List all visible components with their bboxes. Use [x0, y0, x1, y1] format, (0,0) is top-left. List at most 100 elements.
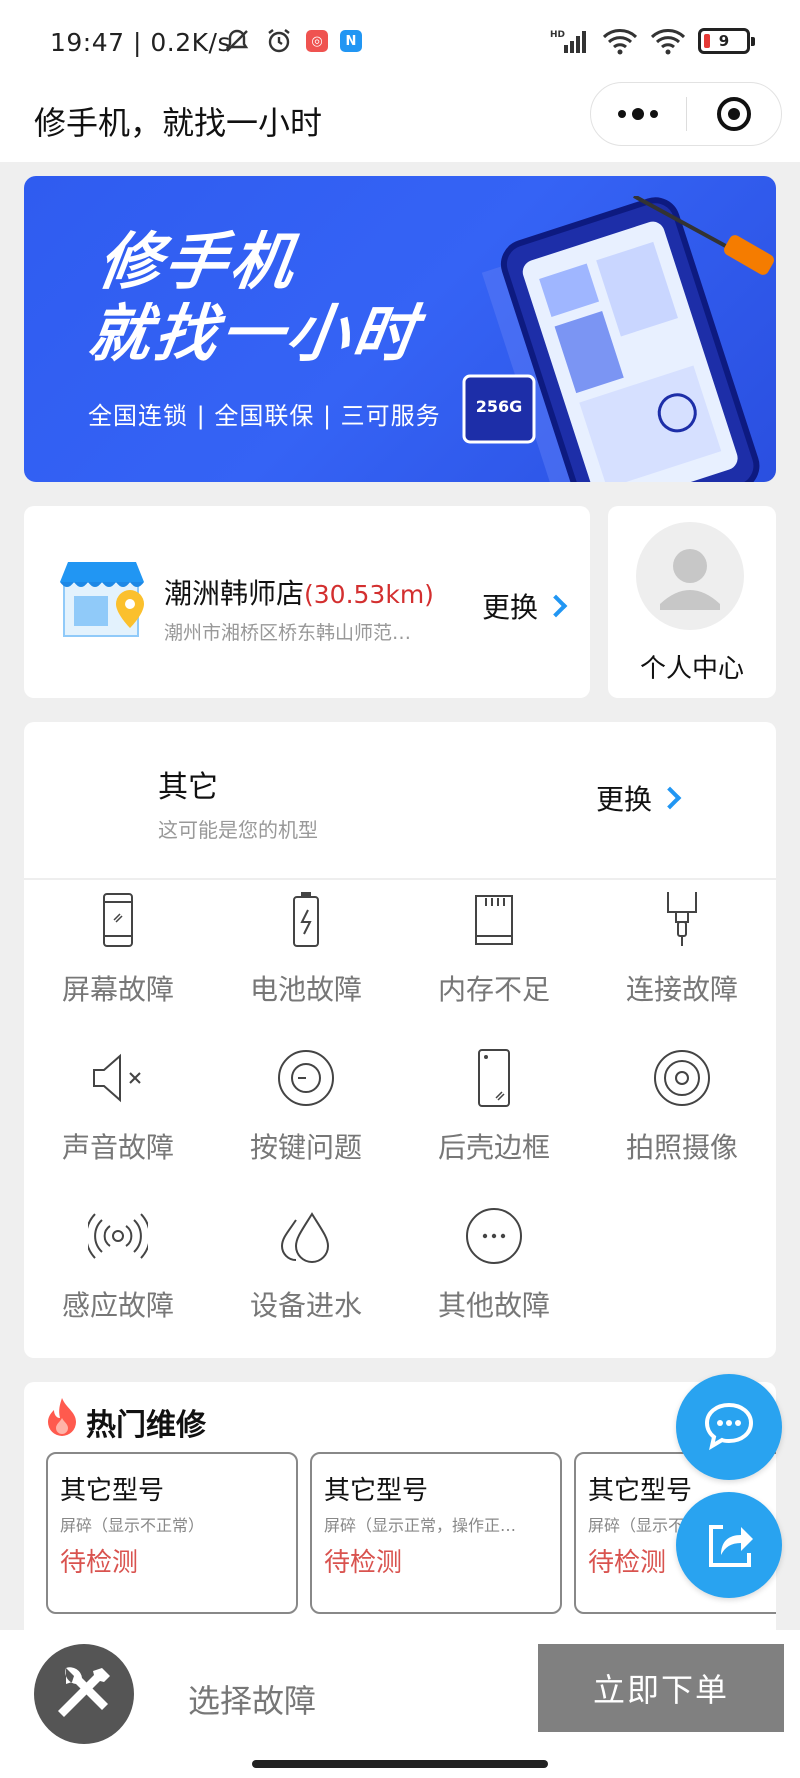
- change-model-label: 更换: [596, 783, 653, 816]
- hot-card-status: 待检测: [324, 1548, 403, 1578]
- profile-card[interactable]: 个人中心: [608, 506, 776, 698]
- fault-label: 感应故障: [61, 1289, 174, 1322]
- select-fault-label[interactable]: 选择故障: [188, 1676, 316, 1722]
- device-model-hint: 这可能是您的机型: [158, 818, 318, 842]
- hot-repair-card[interactable]: 其它型号 屏碎（显示不正常） 待检测: [46, 1452, 298, 1614]
- fault-camera[interactable]: 拍照摄像: [588, 1048, 776, 1166]
- hot-card-desc: 屏碎（显示正常，操作正…: [324, 1516, 517, 1535]
- navigation-bar: 修手机，就找一小时: [0, 80, 800, 162]
- hot-card-desc: 屏碎（显示不正常）: [60, 1516, 205, 1535]
- fault-connection[interactable]: 连接故障: [588, 890, 776, 1008]
- status-notification-icons: ◎ N: [222, 26, 362, 56]
- repair-tools-icon: [58, 1667, 110, 1717]
- fault-storage[interactable]: 内存不足: [400, 890, 588, 1008]
- battery-icon: [293, 892, 319, 947]
- camera-lens-icon: [654, 1050, 710, 1106]
- hot-card-status: 待检测: [60, 1548, 139, 1578]
- fault-button[interactable]: 按键问题: [212, 1048, 400, 1166]
- fault-other[interactable]: 其他故障: [400, 1206, 588, 1324]
- hot-card-status: 待检测: [588, 1548, 667, 1578]
- speaker-mute-icon: [93, 1053, 141, 1103]
- app-n-notification-icon: N: [340, 30, 362, 52]
- more-icon: [466, 1208, 522, 1264]
- hot-repairs-section: 热门维修 其它型号 屏碎（显示不正常） 待检测 其它型号 屏碎（显示正常，操作正…: [24, 1382, 776, 1632]
- store-name-row: 潮洲韩师店(30.53km): [164, 572, 434, 612]
- repair-tools-button[interactable]: [34, 1644, 134, 1744]
- fault-label: 内存不足: [437, 973, 550, 1006]
- alarm-clock-icon: [264, 26, 294, 56]
- fault-label: 电池故障: [249, 973, 362, 1006]
- avatar: [636, 522, 744, 630]
- fault-sensor[interactable]: 感应故障: [24, 1206, 212, 1324]
- fault-label: 屏幕故障: [61, 973, 174, 1006]
- hot-repair-card[interactable]: 其它型号 屏碎（显示正常，操作正… 待检测: [310, 1452, 562, 1614]
- home-indicator[interactable]: [252, 1760, 548, 1768]
- divider: [24, 878, 776, 880]
- signal-icon: HD: [550, 26, 590, 56]
- close-mini-program-button[interactable]: [687, 83, 782, 145]
- svg-text:HD: HD: [550, 30, 565, 40]
- fault-label: 声音故障: [61, 1131, 174, 1164]
- hot-card-model: 其它型号: [324, 1476, 429, 1506]
- connector-icon: [667, 892, 697, 946]
- hot-repairs-title: 热门维修: [86, 1408, 206, 1443]
- fault-label: 连接故障: [625, 973, 738, 1006]
- banner-title-line2: 就找一小时: [83, 297, 425, 370]
- store-location-icon: [60, 562, 144, 637]
- order-now-button[interactable]: 立即下单: [538, 1644, 784, 1732]
- wifi-icon: [602, 26, 638, 56]
- store-address: 潮州市湘桥区桥东韩山师范…: [164, 622, 412, 644]
- bell-muted-icon: [222, 26, 252, 56]
- status-system-icons: HD 9: [550, 26, 755, 56]
- fault-panel: 其它 这可能是您的机型 更换 屏幕故障 电池故障 内存不足 连接故障 声音故障: [24, 722, 776, 1358]
- status-time: 19:47 | 0.2K/s: [50, 28, 231, 57]
- share-fab-button[interactable]: [676, 1492, 782, 1598]
- mini-program-capsule: [590, 82, 782, 146]
- chevron-right-icon: [658, 786, 682, 810]
- user-placeholder-icon: [660, 549, 720, 610]
- fault-screen[interactable]: 屏幕故障: [24, 890, 212, 1008]
- chat-bubble-icon: [704, 1402, 754, 1451]
- store-distance: (30.53km): [304, 580, 434, 609]
- more-menu-button[interactable]: [591, 83, 686, 145]
- sensor-icon: [88, 1213, 148, 1259]
- promo-banner[interactable]: 修手机 就找一小时 全国连锁 | 全国联保 | 三可服务 256G: [24, 176, 776, 482]
- phone-screen-icon: [103, 893, 133, 947]
- banner-subtitle: 全国连锁 | 全国联保 | 三可服务: [88, 402, 441, 430]
- water-drop-icon: [280, 1212, 330, 1263]
- fault-battery[interactable]: 电池故障: [212, 890, 400, 1008]
- chevron-right-icon: [544, 594, 568, 618]
- phone-back-icon: [478, 1049, 510, 1107]
- app-notification-icon: ◎: [306, 30, 328, 52]
- store-name: 潮洲韩师店: [164, 577, 305, 610]
- chat-fab-button[interactable]: [676, 1374, 782, 1480]
- bottom-action-bar: 选择故障 立即下单: [0, 1630, 800, 1778]
- banner-title-line1: 修手机: [94, 225, 303, 298]
- change-store-label: 更换: [482, 591, 539, 624]
- store-card[interactable]: 潮洲韩师店(30.53km) 潮州市湘桥区桥东韩山师范… 更换: [24, 506, 590, 698]
- phone-board-illustration: 256G: [462, 196, 774, 482]
- fault-label: 设备进水: [249, 1289, 362, 1322]
- sd-card-icon: [475, 895, 513, 945]
- fault-water[interactable]: 设备进水: [212, 1206, 400, 1324]
- device-model-name: 其它: [158, 770, 218, 805]
- change-model-button[interactable]: 更换: [596, 778, 682, 818]
- svg-text:256G: 256G: [476, 397, 523, 416]
- fault-label: 其他故障: [437, 1289, 550, 1322]
- fault-label: 后壳边框: [437, 1131, 550, 1164]
- fault-label: 拍照摄像: [625, 1131, 738, 1164]
- target-icon: [716, 97, 751, 131]
- hot-card-model: 其它型号: [60, 1476, 165, 1506]
- memory-chip-icon: 256G: [462, 374, 536, 444]
- flame-icon: [48, 1398, 76, 1436]
- fault-label: 按键问题: [249, 1131, 362, 1164]
- battery-icon: 9: [698, 28, 755, 54]
- fault-sound[interactable]: 声音故障: [24, 1048, 212, 1166]
- wifi-secondary-icon: [650, 26, 686, 56]
- page-title: 修手机，就找一小时: [34, 104, 323, 142]
- status-bar: 19:47 | 0.2K/s ◎ N HD 9: [0, 0, 800, 80]
- change-store-button[interactable]: 更换: [482, 586, 568, 626]
- button-icon: [278, 1050, 334, 1106]
- profile-label: 个人中心: [639, 654, 744, 684]
- fault-back-cover[interactable]: 后壳边框: [400, 1048, 588, 1166]
